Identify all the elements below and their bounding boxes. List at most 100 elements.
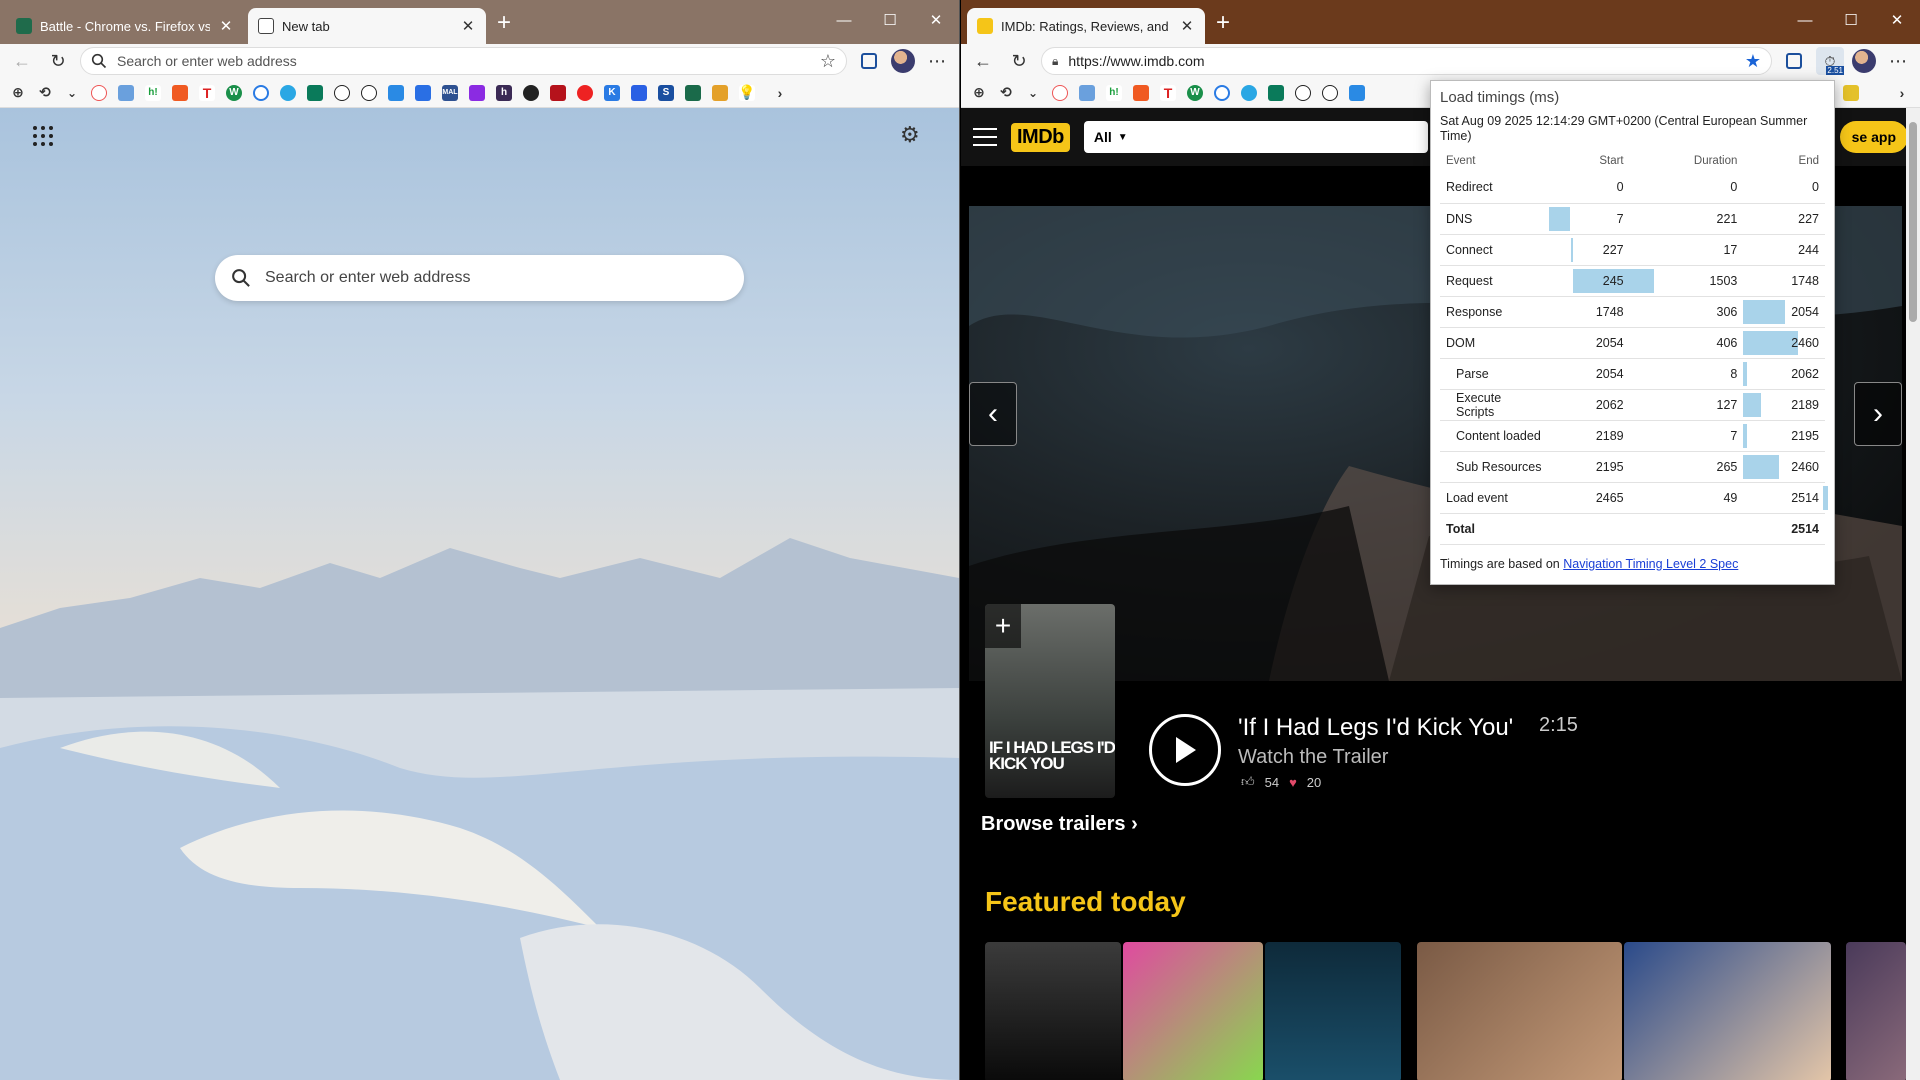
imdb-search-input[interactable] <box>1137 121 1428 153</box>
history-icon[interactable]: ⟲ <box>37 84 53 101</box>
maximize-icon[interactable]: ☐ <box>1828 0 1874 44</box>
hatena-bookmark-icon[interactable]: h! <box>1106 84 1122 101</box>
bookmark-icon[interactable] <box>685 84 701 101</box>
new-bookmark-icon[interactable] <box>1052 84 1068 101</box>
minimize-icon[interactable]: — <box>1782 0 1828 44</box>
ntp-search-box[interactable]: Search or enter web address <box>215 255 744 301</box>
bookmark-icon[interactable] <box>550 84 566 101</box>
scrollbar-thumb[interactable] <box>1909 122 1917 322</box>
bookmark-icon[interactable] <box>307 84 323 101</box>
extension-icon[interactable] <box>855 47 883 75</box>
featured-thumbnail[interactable] <box>1846 942 1906 1080</box>
bookmark-icon[interactable] <box>577 84 593 101</box>
bookmark-icon[interactable] <box>118 84 134 101</box>
bookmark-icon[interactable] <box>172 84 188 101</box>
reload-icon[interactable]: ↻ <box>44 47 72 75</box>
lightbulb-icon[interactable] <box>1843 84 1859 101</box>
bookmark-icon[interactable] <box>1268 84 1284 101</box>
history-icon[interactable]: ⟲ <box>998 84 1014 101</box>
lock-icon[interactable]: 🔒︎ <box>1052 54 1058 69</box>
profile-avatar[interactable] <box>1852 49 1876 73</box>
bookmark-icon[interactable] <box>361 84 377 101</box>
featured-thumbnail[interactable] <box>1123 942 1263 1080</box>
gear-icon[interactable]: ⚙ <box>900 122 920 148</box>
address-bar[interactable]: Search or enter web address ☆ <box>80 47 847 75</box>
chevron-right-icon[interactable]: › <box>772 85 788 101</box>
load-timer-extension-icon[interactable]: ⏱ 2.51 <box>1816 47 1844 75</box>
extension-icon[interactable] <box>1780 47 1808 75</box>
profile-avatar[interactable] <box>891 49 915 73</box>
favorite-star-icon[interactable]: ★ <box>1745 51 1761 72</box>
new-bookmark-icon[interactable] <box>91 84 107 101</box>
bookmark-icon[interactable] <box>1349 84 1365 101</box>
imdb-logo[interactable]: IMDb <box>1011 122 1070 152</box>
bookmark-icon[interactable] <box>1241 84 1257 101</box>
apps-grid-icon[interactable] <box>32 125 54 147</box>
bookmark-icon[interactable] <box>1322 84 1338 101</box>
bookmark-icon[interactable] <box>253 84 269 101</box>
bookmark-icon[interactable] <box>1295 84 1311 101</box>
play-trailer-button[interactable] <box>1149 714 1221 786</box>
bookmark-icon[interactable]: MAL <box>442 84 458 101</box>
carousel-next-button[interactable]: › <box>1854 382 1902 446</box>
hatena-bookmark-icon[interactable]: h! <box>145 84 161 101</box>
chevron-down-icon[interactable]: ⌄ <box>1025 85 1041 101</box>
bookmark-icon[interactable]: K <box>604 84 620 101</box>
favorite-star-icon[interactable]: ☆ <box>820 51 836 72</box>
close-window-icon[interactable]: ✕ <box>913 0 959 44</box>
trailer-poster[interactable]: + IF I HAD LEGS I'D KICK YOU <box>985 604 1115 798</box>
featured-thumbnail[interactable] <box>1265 942 1401 1080</box>
globe-icon[interactable]: ⊕ <box>971 84 987 101</box>
featured-thumbnail[interactable] <box>1417 942 1622 1080</box>
new-tab-button[interactable]: + <box>490 10 518 38</box>
maximize-icon[interactable]: ☐ <box>867 0 913 44</box>
bookmark-icon[interactable] <box>415 84 431 101</box>
bookmark-icon[interactable]: h <box>496 84 512 101</box>
more-menu-icon[interactable]: ⋯ <box>923 47 951 75</box>
minimize-icon[interactable]: — <box>821 0 867 44</box>
bookmark-icon[interactable] <box>469 84 485 101</box>
bookmark-icon[interactable]: W <box>1187 84 1203 101</box>
trailer-title[interactable]: 'If I Had Legs I'd Kick You' <box>1238 714 1513 742</box>
featured-thumbnail[interactable] <box>985 942 1121 1080</box>
bookmark-icon[interactable]: S <box>658 84 674 101</box>
reload-icon[interactable]: ↻ <box>1005 47 1033 75</box>
bookmark-icon[interactable]: T <box>199 84 215 101</box>
more-menu-icon[interactable]: ⋯ <box>1884 47 1912 75</box>
bookmark-icon[interactable] <box>1133 84 1149 101</box>
bookmark-icon[interactable] <box>523 84 539 101</box>
lightbulb-icon[interactable]: 💡 <box>738 84 756 101</box>
browse-trailers-link[interactable]: Browse trailers › <box>981 813 1138 836</box>
close-tab-icon[interactable]: ✕ <box>460 17 476 35</box>
bookmark-icon[interactable] <box>388 84 404 101</box>
use-app-button[interactable]: se app <box>1839 121 1908 153</box>
add-watchlist-icon[interactable]: + <box>985 604 1021 648</box>
close-tab-icon[interactable]: ✕ <box>1179 17 1195 35</box>
globe-icon[interactable]: ⊕ <box>10 84 26 101</box>
back-icon[interactable]: ← <box>8 47 36 75</box>
shield-icon[interactable] <box>631 84 647 101</box>
close-window-icon[interactable]: ✕ <box>1874 0 1920 44</box>
chevron-down-icon[interactable]: ⌄ <box>64 85 80 101</box>
tab-battle[interactable]: Battle - Chrome vs. Firefox vs. Edge ✕ <box>6 8 244 44</box>
bookmark-icon[interactable]: W <box>226 84 242 101</box>
menu-icon[interactable] <box>973 128 997 146</box>
navigation-timing-spec-link[interactable]: Navigation Timing Level 2 Spec <box>1563 557 1738 571</box>
chevron-right-icon[interactable]: › <box>1894 85 1910 101</box>
bookmark-icon[interactable] <box>1079 84 1095 101</box>
close-tab-icon[interactable]: ✕ <box>218 17 234 35</box>
featured-thumbnail[interactable] <box>1624 942 1831 1080</box>
bookmark-icon[interactable]: T <box>1160 84 1176 101</box>
new-tab-button[interactable]: + <box>1209 10 1237 38</box>
tab-new-tab[interactable]: New tab ✕ <box>248 8 486 44</box>
back-icon[interactable]: ← <box>969 47 997 75</box>
bookmark-icon[interactable] <box>280 84 296 101</box>
address-bar[interactable]: 🔒︎ https://www.imdb.com ★ <box>1041 47 1772 75</box>
bookmark-icon[interactable] <box>1214 84 1230 101</box>
bookmark-icon[interactable] <box>712 84 728 101</box>
carousel-prev-button[interactable]: ‹ <box>969 382 1017 446</box>
page-scrollbar[interactable] <box>1906 108 1920 1080</box>
bookmark-icon[interactable] <box>334 84 350 101</box>
tab-imdb[interactable]: IMDb: Ratings, Reviews, and Where to Wat… <box>967 8 1205 44</box>
search-category-select[interactable]: All ▼ <box>1083 121 1138 153</box>
